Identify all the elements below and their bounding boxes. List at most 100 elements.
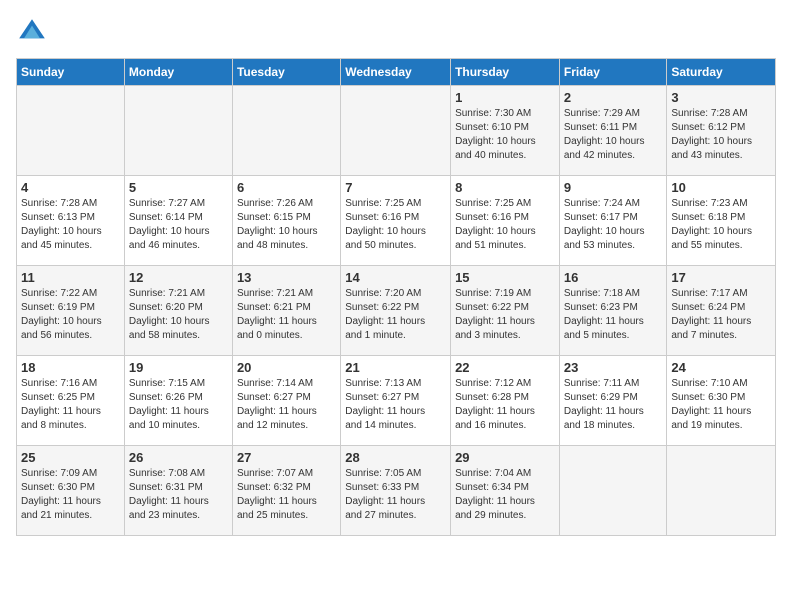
header-saturday: Saturday (667, 59, 776, 86)
calendar-cell: 20 Sunrise: 7:14 AM Sunset: 6:27 PM Dayli… (232, 356, 340, 446)
day-number: 22 (455, 360, 555, 375)
calendar-cell (559, 446, 667, 536)
week-row-4: 25 Sunrise: 7:09 AM Sunset: 6:30 PM Dayli… (17, 446, 776, 536)
calendar-cell: 5 Sunrise: 7:27 AM Sunset: 6:14 PM Daylig… (124, 176, 232, 266)
day-number: 6 (237, 180, 336, 195)
day-number: 28 (345, 450, 446, 465)
day-number: 10 (671, 180, 771, 195)
calendar-cell: 10 Sunrise: 7:23 AM Sunset: 6:18 PM Dayli… (667, 176, 776, 266)
day-info: Sunrise: 7:15 AM Sunset: 6:26 PM Dayligh… (129, 377, 228, 433)
day-info: Sunrise: 7:09 AM Sunset: 6:30 PM Dayligh… (21, 467, 120, 523)
day-info: Sunrise: 7:25 AM Sunset: 6:16 PM Dayligh… (345, 197, 446, 253)
day-info: Sunrise: 7:11 AM Sunset: 6:29 PM Dayligh… (564, 377, 663, 433)
calendar-cell: 27 Sunrise: 7:07 AM Sunset: 6:32 PM Dayli… (232, 446, 340, 536)
calendar-cell: 19 Sunrise: 7:15 AM Sunset: 6:26 PM Dayli… (124, 356, 232, 446)
day-info: Sunrise: 7:30 AM Sunset: 6:10 PM Dayligh… (455, 107, 555, 163)
calendar-cell: 14 Sunrise: 7:20 AM Sunset: 6:22 PM Dayli… (341, 266, 451, 356)
calendar-table: SundayMondayTuesdayWednesdayThursdayFrid… (16, 58, 776, 536)
day-info: Sunrise: 7:28 AM Sunset: 6:12 PM Dayligh… (671, 107, 771, 163)
calendar-cell: 1Sunrise: 7:30 AM Sunset: 6:10 PM Daylig… (451, 86, 560, 176)
calendar-cell: 3 Sunrise: 7:28 AM Sunset: 6:12 PM Daylig… (667, 86, 776, 176)
day-info: Sunrise: 7:04 AM Sunset: 6:34 PM Dayligh… (455, 467, 555, 523)
day-number: 7 (345, 180, 446, 195)
header-tuesday: Tuesday (232, 59, 340, 86)
calendar-cell (17, 86, 125, 176)
day-info: Sunrise: 7:27 AM Sunset: 6:14 PM Dayligh… (129, 197, 228, 253)
day-info: Sunrise: 7:08 AM Sunset: 6:31 PM Dayligh… (129, 467, 228, 523)
day-info: Sunrise: 7:21 AM Sunset: 6:21 PM Dayligh… (237, 287, 336, 343)
day-info: Sunrise: 7:13 AM Sunset: 6:27 PM Dayligh… (345, 377, 446, 433)
day-info: Sunrise: 7:25 AM Sunset: 6:16 PM Dayligh… (455, 197, 555, 253)
day-number: 23 (564, 360, 663, 375)
calendar-cell (232, 86, 340, 176)
calendar-cell: 11Sunrise: 7:22 AM Sunset: 6:19 PM Dayli… (17, 266, 125, 356)
calendar-cell: 2 Sunrise: 7:29 AM Sunset: 6:11 PM Daylig… (559, 86, 667, 176)
day-number: 19 (129, 360, 228, 375)
calendar-cell: 25 Sunrise: 7:09 AM Sunset: 6:30 PM Dayli… (17, 446, 125, 536)
header-sunday: Sunday (17, 59, 125, 86)
calendar-cell: 26Sunrise: 7:08 AM Sunset: 6:31 PM Dayli… (124, 446, 232, 536)
day-info: Sunrise: 7:22 AM Sunset: 6:19 PM Dayligh… (21, 287, 120, 343)
day-info: Sunrise: 7:07 AM Sunset: 6:32 PM Dayligh… (237, 467, 336, 523)
day-number: 25 (21, 450, 120, 465)
calendar-cell: 23 Sunrise: 7:11 AM Sunset: 6:29 PM Dayli… (559, 356, 667, 446)
header-row: SundayMondayTuesdayWednesdayThursdayFrid… (17, 59, 776, 86)
day-number: 20 (237, 360, 336, 375)
calendar-cell: 22 Sunrise: 7:12 AM Sunset: 6:28 PM Dayli… (451, 356, 560, 446)
week-row-0: 1Sunrise: 7:30 AM Sunset: 6:10 PM Daylig… (17, 86, 776, 176)
calendar-cell: 7 Sunrise: 7:25 AM Sunset: 6:16 PM Daylig… (341, 176, 451, 266)
day-info: Sunrise: 7:14 AM Sunset: 6:27 PM Dayligh… (237, 377, 336, 433)
day-number: 21 (345, 360, 446, 375)
day-number: 29 (455, 450, 555, 465)
day-info: Sunrise: 7:28 AM Sunset: 6:13 PM Dayligh… (21, 197, 120, 253)
day-info: Sunrise: 7:17 AM Sunset: 6:24 PM Dayligh… (671, 287, 771, 343)
week-row-2: 11Sunrise: 7:22 AM Sunset: 6:19 PM Dayli… (17, 266, 776, 356)
day-number: 13 (237, 270, 336, 285)
week-row-3: 18 Sunrise: 7:16 AM Sunset: 6:25 PM Dayli… (17, 356, 776, 446)
header-thursday: Thursday (451, 59, 560, 86)
day-number: 9 (564, 180, 663, 195)
week-row-1: 4 Sunrise: 7:28 AM Sunset: 6:13 PM Daylig… (17, 176, 776, 266)
calendar-cell: 4 Sunrise: 7:28 AM Sunset: 6:13 PM Daylig… (17, 176, 125, 266)
logo (16, 16, 52, 48)
calendar-cell: 13 Sunrise: 7:21 AM Sunset: 6:21 PM Dayli… (232, 266, 340, 356)
day-info: Sunrise: 7:18 AM Sunset: 6:23 PM Dayligh… (564, 287, 663, 343)
day-number: 8 (455, 180, 555, 195)
calendar-cell (667, 446, 776, 536)
day-info: Sunrise: 7:26 AM Sunset: 6:15 PM Dayligh… (237, 197, 336, 253)
logo-icon (16, 16, 48, 48)
day-info: Sunrise: 7:19 AM Sunset: 6:22 PM Dayligh… (455, 287, 555, 343)
header-friday: Friday (559, 59, 667, 86)
day-number: 17 (671, 270, 771, 285)
day-info: Sunrise: 7:29 AM Sunset: 6:11 PM Dayligh… (564, 107, 663, 163)
day-info: Sunrise: 7:05 AM Sunset: 6:33 PM Dayligh… (345, 467, 446, 523)
day-number: 12 (129, 270, 228, 285)
day-number: 24 (671, 360, 771, 375)
day-info: Sunrise: 7:21 AM Sunset: 6:20 PM Dayligh… (129, 287, 228, 343)
calendar-cell: 17 Sunrise: 7:17 AM Sunset: 6:24 PM Dayli… (667, 266, 776, 356)
day-info: Sunrise: 7:23 AM Sunset: 6:18 PM Dayligh… (671, 197, 771, 253)
calendar-cell (341, 86, 451, 176)
calendar-cell: 12 Sunrise: 7:21 AM Sunset: 6:20 PM Dayli… (124, 266, 232, 356)
day-number: 15 (455, 270, 555, 285)
day-info: Sunrise: 7:12 AM Sunset: 6:28 PM Dayligh… (455, 377, 555, 433)
calendar-cell: 15 Sunrise: 7:19 AM Sunset: 6:22 PM Dayli… (451, 266, 560, 356)
day-number: 14 (345, 270, 446, 285)
day-number: 2 (564, 90, 663, 105)
day-number: 27 (237, 450, 336, 465)
calendar-cell: 18 Sunrise: 7:16 AM Sunset: 6:25 PM Dayli… (17, 356, 125, 446)
calendar-cell: 9 Sunrise: 7:24 AM Sunset: 6:17 PM Daylig… (559, 176, 667, 266)
day-info: Sunrise: 7:20 AM Sunset: 6:22 PM Dayligh… (345, 287, 446, 343)
day-info: Sunrise: 7:16 AM Sunset: 6:25 PM Dayligh… (21, 377, 120, 433)
day-number: 3 (671, 90, 771, 105)
calendar-cell: 29 Sunrise: 7:04 AM Sunset: 6:34 PM Dayli… (451, 446, 560, 536)
calendar-cell (124, 86, 232, 176)
day-number: 5 (129, 180, 228, 195)
calendar-cell: 24Sunrise: 7:10 AM Sunset: 6:30 PM Dayli… (667, 356, 776, 446)
day-number: 18 (21, 360, 120, 375)
day-info: Sunrise: 7:24 AM Sunset: 6:17 PM Dayligh… (564, 197, 663, 253)
day-number: 16 (564, 270, 663, 285)
calendar-cell: 28 Sunrise: 7:05 AM Sunset: 6:33 PM Dayli… (341, 446, 451, 536)
header (16, 16, 776, 48)
day-number: 4 (21, 180, 120, 195)
